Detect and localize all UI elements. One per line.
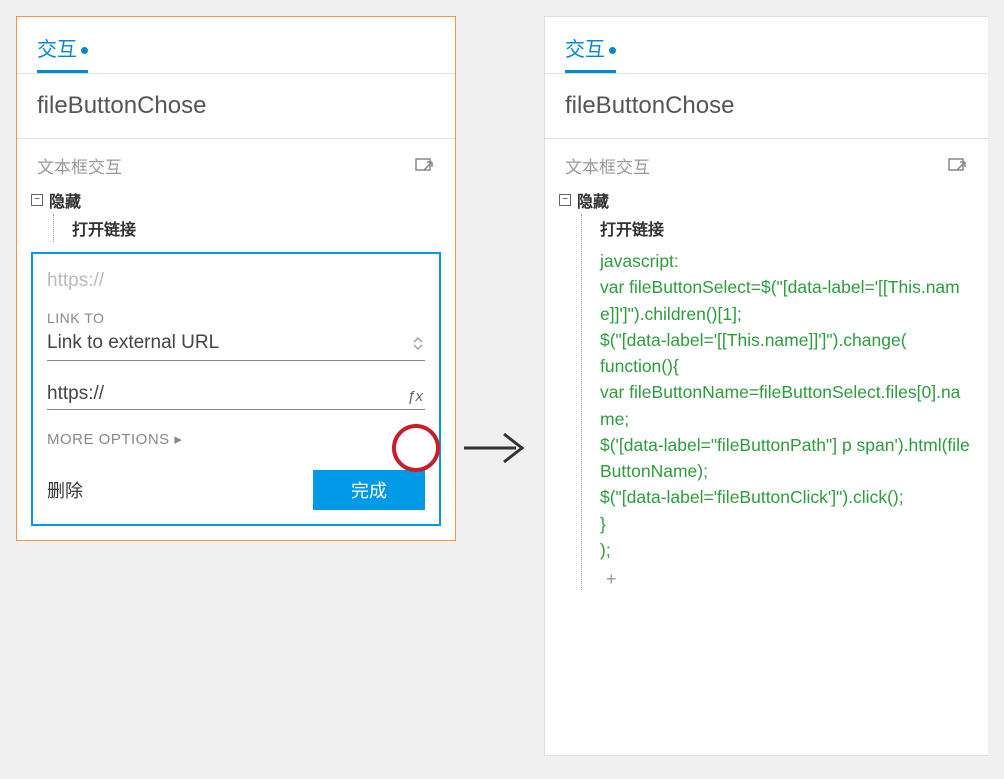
url-preview: https:// <box>47 266 425 302</box>
code-line: javascript: <box>600 248 974 274</box>
tree-label-openlink: 打开链接 <box>600 216 664 240</box>
add-action-button[interactable]: + <box>600 563 974 590</box>
tree-node-openlink[interactable]: 打开链接 <box>600 214 974 242</box>
code-line: } <box>600 511 974 537</box>
linkto-label: LINK TO <box>47 310 425 326</box>
code-line: function(){ <box>600 353 974 379</box>
code-line: $("[data-label='[[This.name]]']").change… <box>600 327 974 353</box>
tree-child-container: 打开链接 <box>53 214 441 242</box>
tree-node-hide[interactable]: − 隐藏 <box>31 186 441 214</box>
expand-icon[interactable] <box>948 156 968 176</box>
code-line: ); <box>600 537 974 563</box>
subsection-header: 文本框交互 <box>17 139 455 186</box>
tree-label-hide: 隐藏 <box>577 188 609 212</box>
more-options-toggle[interactable]: MORE OPTIONS ▸ <box>47 430 425 448</box>
tree-label-hide: 隐藏 <box>49 188 81 212</box>
code-block[interactable]: javascript: var fileButtonSelect=$("[dat… <box>600 248 974 563</box>
code-line: var fileButtonSelect=$("[data-label='[[T… <box>600 274 974 327</box>
editor-button-row: 删除 完成 <box>47 470 425 510</box>
action-tree: − 隐藏 打开链接 <box>17 186 455 252</box>
collapse-icon[interactable]: − <box>31 194 43 206</box>
collapse-icon[interactable]: − <box>559 194 571 206</box>
tab-interaction[interactable]: 交互 <box>37 33 88 73</box>
select-arrows-icon <box>413 335 425 351</box>
subsection-label: 文本框交互 <box>37 153 122 178</box>
fx-icon[interactable]: ƒx <box>407 388 425 405</box>
url-value: https:// <box>47 383 104 405</box>
widget-title: fileButtonChose <box>17 74 455 139</box>
expand-icon[interactable] <box>415 156 435 176</box>
tab-interaction[interactable]: 交互 <box>565 33 616 73</box>
code-line: $("[data-label='fileButtonClick']").clic… <box>600 484 974 510</box>
widget-title: fileButtonChose <box>545 74 988 139</box>
fx-highlight-circle <box>392 424 440 472</box>
tree-label-openlink: 打开链接 <box>72 216 136 240</box>
linkto-select[interactable]: Link to external URL <box>47 328 425 361</box>
code-line: $('[data-label="fileButtonPath"] p span'… <box>600 432 974 485</box>
tree-child-container: 打开链接 javascript: var fileButtonSelect=$(… <box>581 214 974 590</box>
subsection-label: 文本框交互 <box>565 153 650 178</box>
tab-bar: 交互 <box>545 17 988 74</box>
code-line: var fileButtonName=fileButtonSelect.file… <box>600 379 974 432</box>
delete-button[interactable]: 删除 <box>47 477 83 503</box>
tree-node-openlink[interactable]: 打开链接 <box>72 214 441 242</box>
tab-bar: 交互 <box>17 17 455 74</box>
linkto-value: Link to external URL <box>47 332 219 354</box>
action-tree: − 隐藏 打开链接 javascript: var fileButtonSele… <box>545 186 988 600</box>
link-editor: https:// LINK TO Link to external URL ht… <box>31 252 441 526</box>
interaction-panel-right: 交互 fileButtonChose 文本框交互 − 隐藏 打开链接 javas… <box>544 16 988 756</box>
done-button[interactable]: 完成 <box>313 470 425 510</box>
arrow-icon <box>460 428 530 468</box>
tree-node-hide[interactable]: − 隐藏 <box>559 186 974 214</box>
subsection-header: 文本框交互 <box>545 139 988 186</box>
url-input[interactable]: https:// ƒx <box>47 379 425 410</box>
interaction-panel-left: 交互 fileButtonChose 文本框交互 − 隐藏 打开链接 https… <box>16 16 456 541</box>
